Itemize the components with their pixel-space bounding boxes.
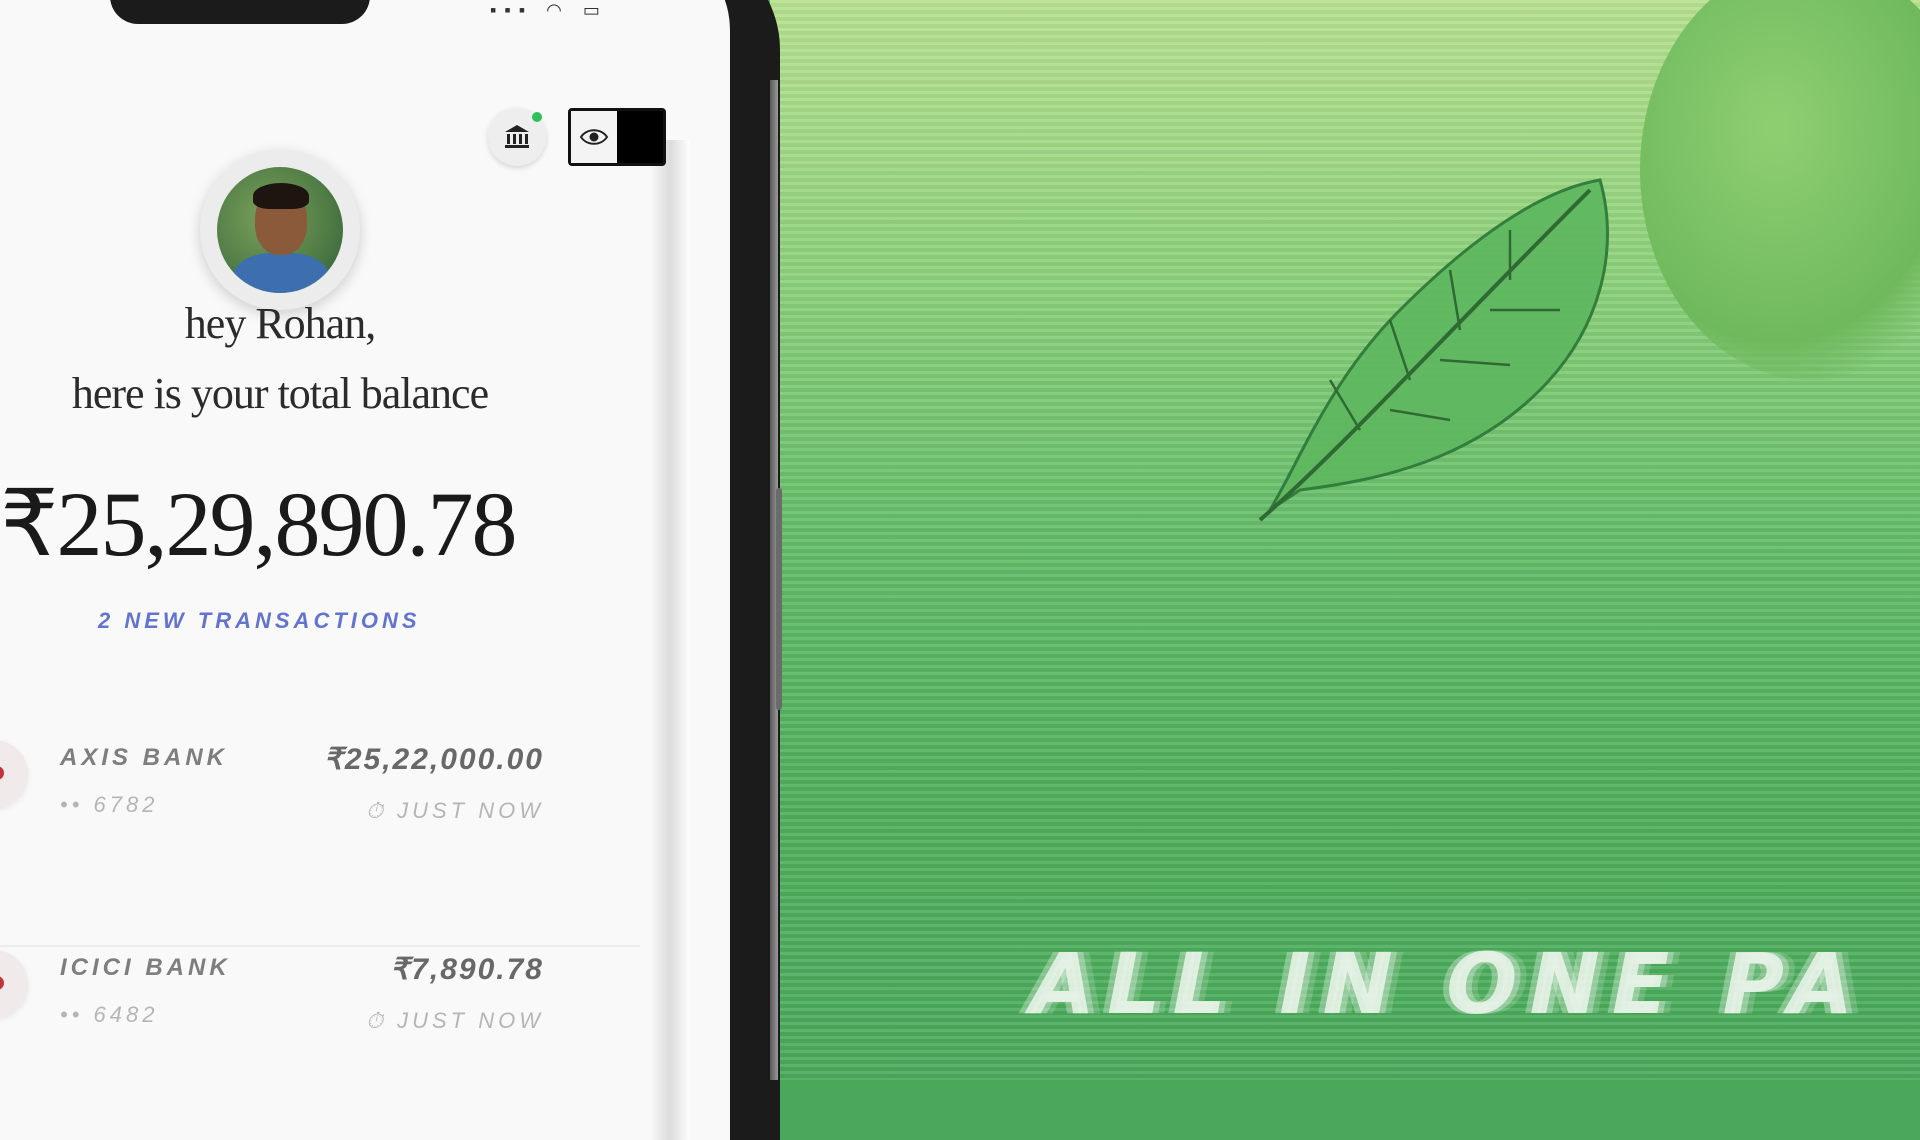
greeting-text: hey Rohan, [184,299,376,348]
transaction-amount: ₹25,22,000.00 [323,743,544,776]
leaf-illustration-icon [1258,178,1609,522]
phone-screen: ▪▪▪ ◠ ▭ hey Rohan, here is your total ba… [0,0,730,1140]
new-transactions-link[interactable]: 2 NEW TRANSACTIONS [98,608,421,634]
header-actions [488,108,666,166]
status-bar-icons: ▪▪▪ ◠ ▭ [490,0,608,20]
transaction-account: •• 6482 [60,1002,159,1027]
profile-photo [217,167,343,293]
transaction-amount: ₹7,890.78 [390,953,544,986]
transaction-row[interactable]: AXIS BANK •• 6782 ₹25,22,000.00 ⏱ JUST N… [0,720,660,840]
promo-tagline: ALL IN ONE PA [1030,935,1866,1033]
transaction-time: ⏱ JUST NOW [365,1008,544,1033]
transaction-bank: AXIS BANK [60,744,229,771]
transaction-time: ⏱ JUST NOW [365,798,544,823]
avatar[interactable] [200,150,360,310]
corner-leaf-graphic [1640,0,1920,380]
bank-icon [505,125,529,148]
total-balance: ₹25,29,890.78 [0,473,518,575]
transaction-row[interactable]: ICICI BANK •• 6482 ₹7,890.78 ⏱ JUST NOW [0,930,660,1050]
balance-caption: here is your total balance [71,369,489,418]
phone-notch [110,0,370,24]
transaction-account: •• 6782 [60,792,159,817]
bank-logo-icon [0,740,28,808]
balance-visibility-toggle[interactable] [568,108,666,166]
bank-logo-icon [0,950,28,1018]
eye-icon [579,129,609,145]
notification-dot [532,112,542,122]
phone-side-button [776,488,782,710]
bank-button[interactable] [488,108,546,166]
transaction-bank: ICICI BANK [60,954,231,981]
